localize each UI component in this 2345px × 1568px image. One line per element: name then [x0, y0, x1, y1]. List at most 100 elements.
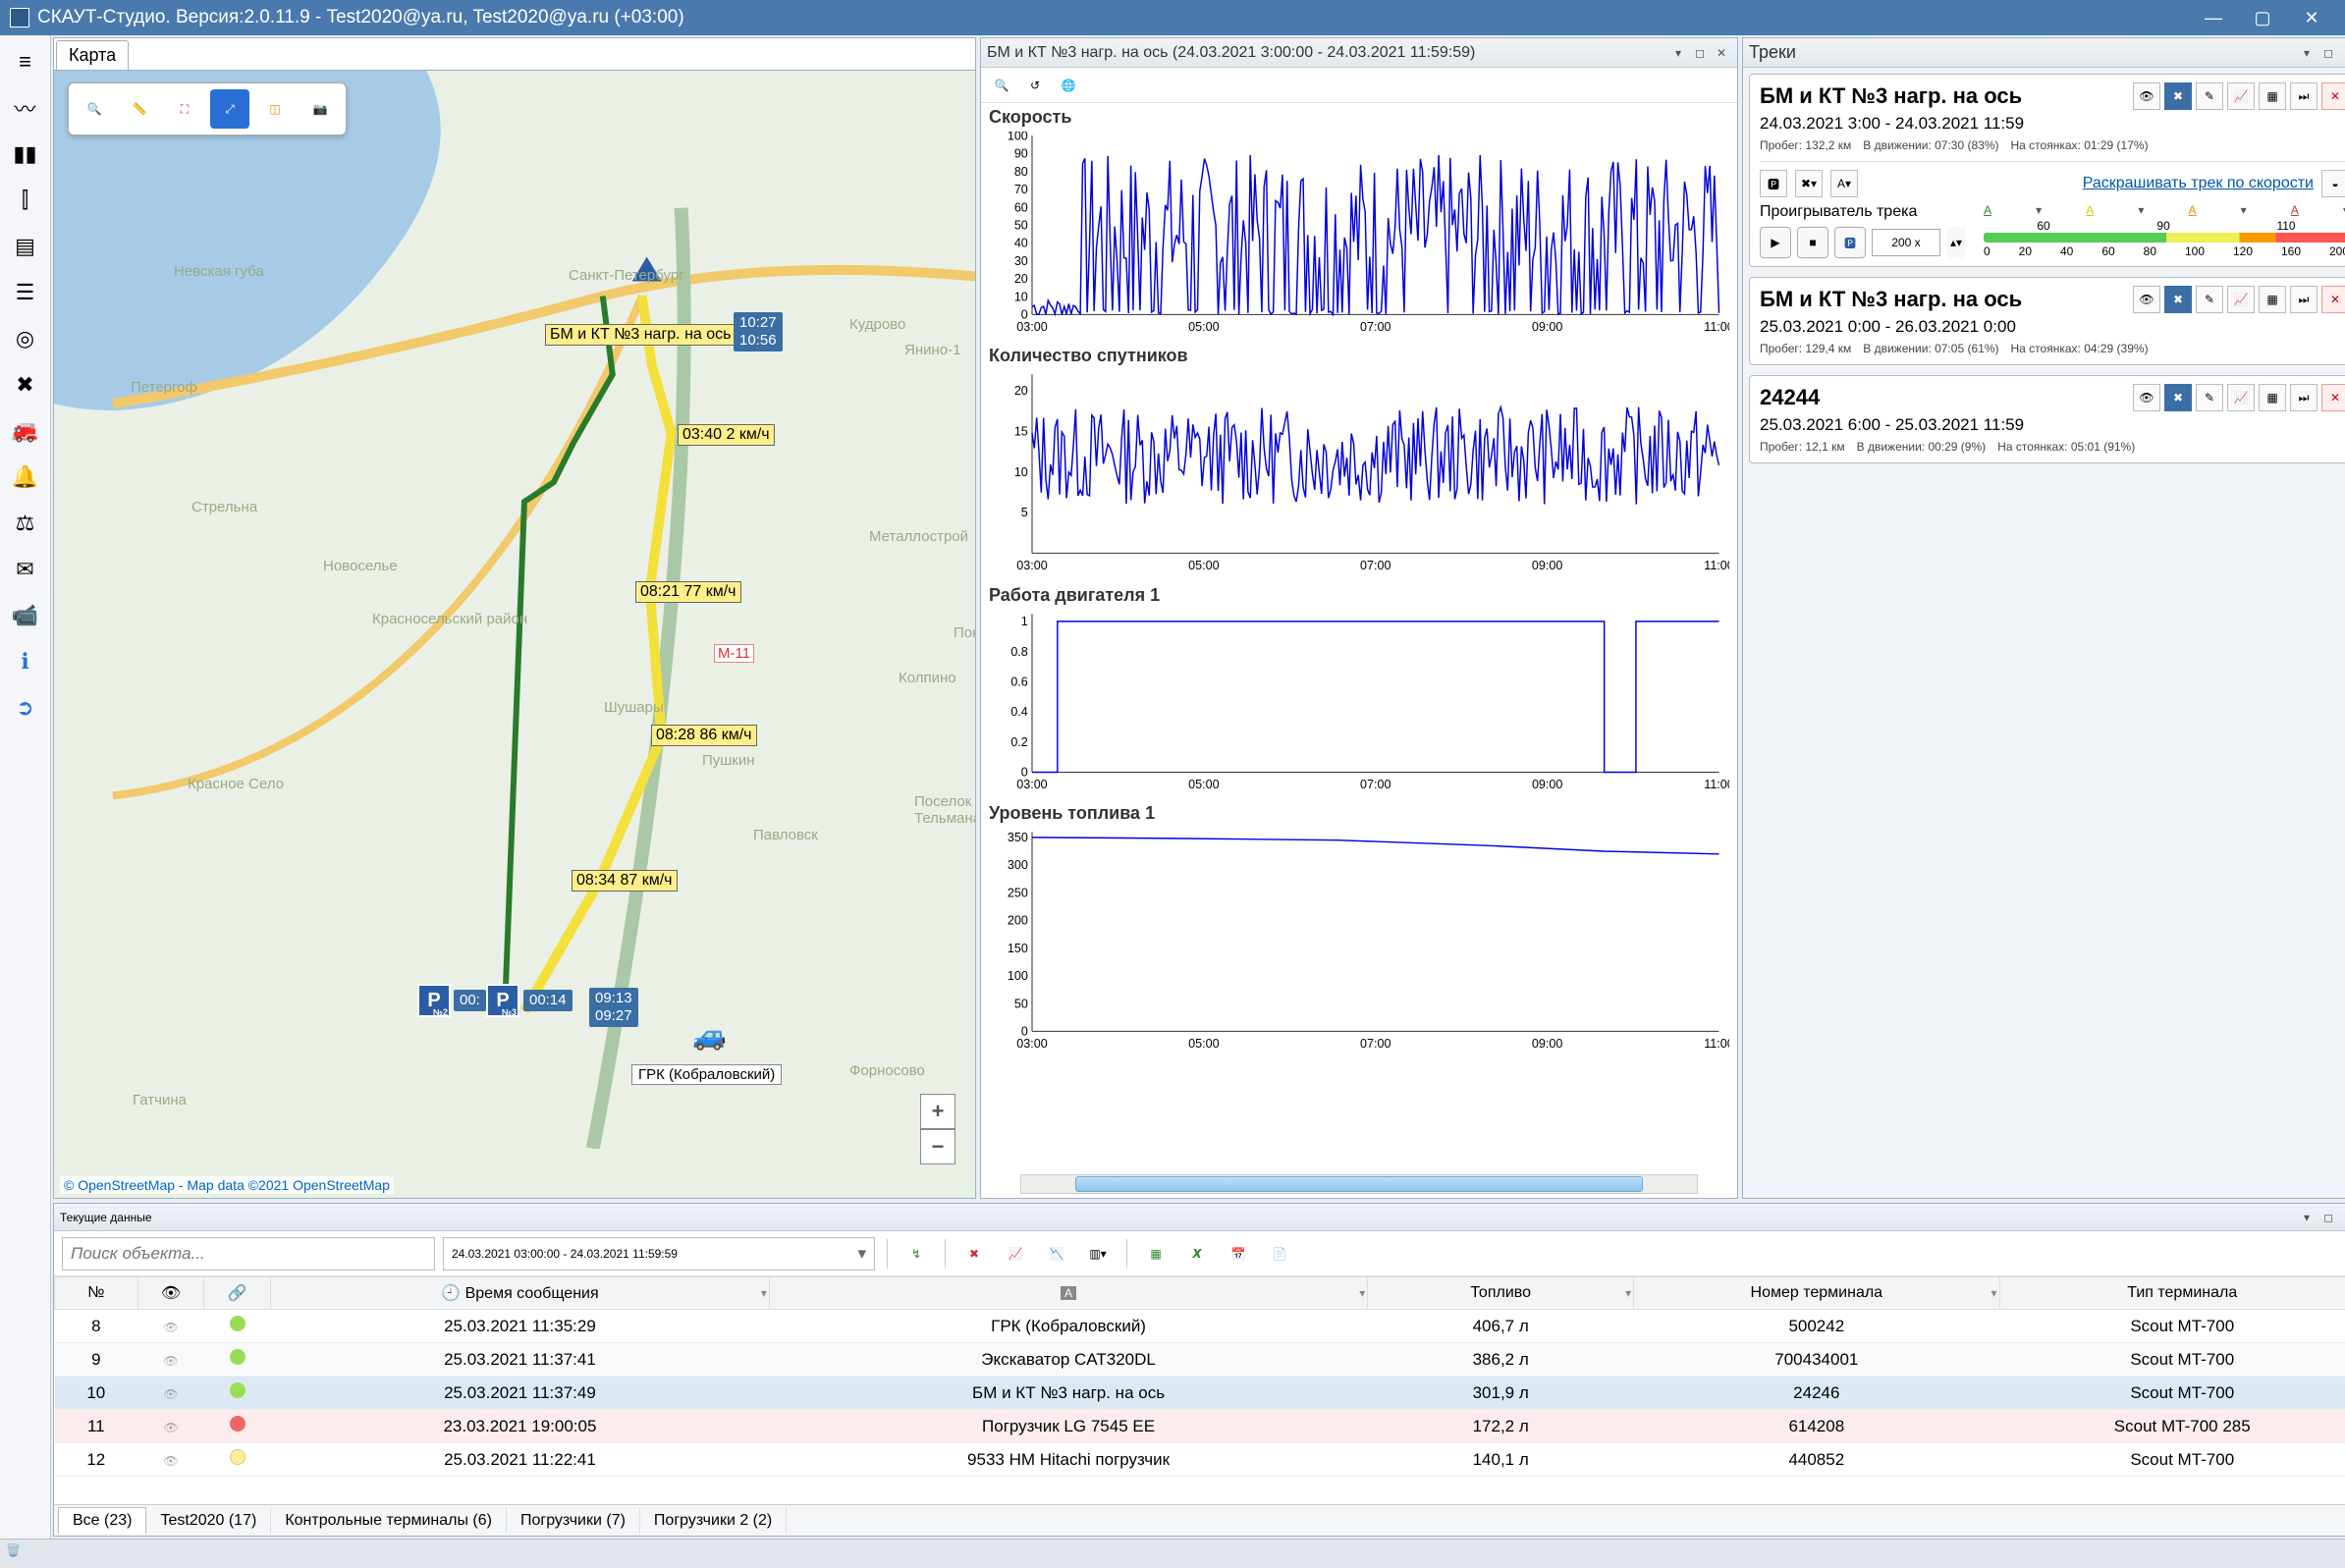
col-header[interactable]: 🔗 — [204, 1277, 271, 1310]
chart-reset-icon[interactable]: ↺ — [1020, 71, 1050, 100]
track-card-action-1[interactable]: ✖ — [2164, 286, 2192, 313]
track-card-action-6[interactable]: ✕ — [2321, 82, 2345, 110]
scale-icon[interactable]: ⚖ — [5, 503, 46, 544]
close-button[interactable]: ✕ — [2288, 0, 2335, 35]
col-header[interactable]: A▾ — [769, 1277, 1367, 1310]
status-tab[interactable]: Контрольные терминалы (6) — [271, 1508, 507, 1534]
stats-icon[interactable]: ⫿ — [5, 180, 46, 221]
tracks-pin-icon[interactable]: ▾ — [2297, 43, 2317, 63]
track-card-action-5[interactable]: ⏭ — [2290, 82, 2318, 110]
camera-icon[interactable]: 📹 — [5, 595, 46, 636]
player-park-button[interactable]: 🅿 — [1834, 227, 1866, 258]
data-chart2-icon[interactable]: 📉 — [1040, 1237, 1073, 1271]
player-stop-button[interactable]: ■ — [1797, 227, 1828, 258]
track-card-action-3[interactable]: 📈 — [2227, 286, 2255, 313]
status-tab[interactable]: Все (23) — [58, 1507, 146, 1534]
map-search-icon[interactable]: 🔍 — [75, 89, 114, 129]
col-header[interactable]: № — [55, 1277, 138, 1310]
data-note-icon[interactable]: 📄 — [1263, 1237, 1296, 1271]
vehicle-icon[interactable]: ◎ — [5, 318, 46, 359]
recycle-icon[interactable]: 🗑️ — [6, 1543, 27, 1565]
player-play-button[interactable]: ▶ — [1760, 227, 1791, 258]
table-row[interactable]: 9👁 25.03.2021 11:37:41Экскаватор CAT320D… — [55, 1343, 2345, 1377]
status-tab[interactable]: Погрузчики (7) — [507, 1508, 640, 1534]
status-tab[interactable]: Погрузчики 2 (2) — [640, 1508, 787, 1534]
track-card-action-0[interactable]: 👁 — [2133, 286, 2160, 313]
track-card-action-2[interactable]: ✎ — [2196, 384, 2223, 411]
date-range-combo[interactable]: 24.03.2021 03:00:00 - 24.03.2021 11:59:5… — [443, 1237, 875, 1271]
table-row[interactable]: 12👁 25.03.2021 11:22:419533 НМ Hitachi п… — [55, 1443, 2345, 1477]
track-card-action-3[interactable]: 📈 — [2227, 82, 2255, 110]
speed-color-link[interactable]: Раскрашивать трек по скорости — [1866, 175, 2314, 192]
map-fullscreen-icon[interactable]: ⤢ — [210, 89, 249, 129]
data-excel-icon[interactable]: 𝙓 — [1180, 1237, 1214, 1271]
alarm-icon[interactable]: 🔔 — [5, 457, 46, 498]
info-icon[interactable]: ℹ — [5, 641, 46, 682]
tools-icon[interactable]: ✖ — [5, 364, 46, 406]
tracks-close-icon[interactable]: ✕ — [2340, 43, 2345, 63]
track-card-action-2[interactable]: ✎ — [2196, 82, 2223, 110]
track-icon[interactable]: 〰 — [5, 87, 46, 129]
track-font-icon[interactable]: A▾ — [1830, 170, 1858, 197]
track-card-action-3[interactable]: 📈 — [2227, 384, 2255, 411]
track-card-action-5[interactable]: ⏭ — [2290, 286, 2318, 313]
mail-icon[interactable]: ✉ — [5, 549, 46, 590]
col-header[interactable]: Тип терминала▾ — [1999, 1277, 2345, 1310]
track-settings-icon[interactable]: ✖▾ — [1795, 170, 1823, 197]
chart-close-icon[interactable]: ✕ — [1712, 43, 1731, 63]
data-min-icon[interactable]: ◻ — [2318, 1208, 2338, 1227]
zoom-in-button[interactable]: + — [920, 1094, 955, 1129]
track-card-action-6[interactable]: ✕ — [2321, 286, 2345, 313]
track-card-action-0[interactable]: 👁 — [2133, 384, 2160, 411]
fire-truck-icon[interactable]: 🚒 — [5, 410, 46, 452]
track-card-action-2[interactable]: ✎ — [2196, 286, 2223, 313]
speed-color-scale[interactable] — [1984, 233, 2345, 243]
map-canvas[interactable]: 🔍 📏 ⛶ ⤢ ◫ 📷 — [54, 71, 975, 1198]
map-layers-icon[interactable]: ◫ — [255, 89, 295, 129]
search-input[interactable] — [62, 1237, 435, 1271]
data-pin-icon[interactable]: ▾ — [2297, 1208, 2317, 1227]
speed-color-toggle[interactable]: ◒ — [2321, 170, 2345, 197]
chart-globe-icon[interactable]: 🌐 — [1054, 71, 1083, 100]
map-ruler-icon[interactable]: 📏 — [120, 89, 159, 129]
col-header[interactable]: Топливо▾ — [1368, 1277, 1634, 1310]
bar-chart-icon[interactable]: ▮▮ — [5, 134, 46, 175]
zoom-out-button[interactable]: − — [920, 1129, 955, 1164]
chart-zoom-icon[interactable]: 🔍 — [987, 71, 1016, 100]
dispatch-icon[interactable]: ☰ — [5, 272, 46, 313]
col-header[interactable]: Номер терминала▾ — [1634, 1277, 1999, 1310]
track-card-action-1[interactable]: ✖ — [2164, 82, 2192, 110]
chart-pin-icon[interactable]: ▾ — [1668, 43, 1688, 63]
player-speed-input[interactable]: 200 x — [1872, 229, 1940, 256]
track-card-action-5[interactable]: ⏭ — [2290, 384, 2318, 411]
data-calendar-icon[interactable]: 📅 — [1222, 1237, 1255, 1271]
logout-icon[interactable]: ➲ — [5, 687, 46, 729]
track-card-action-0[interactable]: 👁 — [2133, 82, 2160, 110]
table-row[interactable]: 11👁 23.03.2021 19:00:05Погрузчик LG 7545… — [55, 1410, 2345, 1443]
col-header[interactable]: 🕘 Время сообщения▾ — [271, 1277, 770, 1310]
maximize-button[interactable]: ▢ — [2239, 0, 2286, 35]
list-icon[interactable]: ≡ — [5, 41, 46, 82]
map-snapshot-icon[interactable]: 📷 — [300, 89, 340, 129]
table-row[interactable]: 10👁 25.03.2021 11:37:49БМ и КТ №3 нагр. … — [55, 1377, 2345, 1410]
tracks-min-icon[interactable]: ◻ — [2318, 43, 2338, 63]
minimize-button[interactable]: — — [2190, 0, 2237, 35]
map-bbox-icon[interactable]: ⛶ — [165, 89, 204, 129]
data-refresh-icon[interactable]: ↯ — [900, 1237, 933, 1271]
chart-min-icon[interactable]: ◻ — [1690, 43, 1710, 63]
track-card-action-1[interactable]: ✖ — [2164, 384, 2192, 411]
chart-time-scrollbar[interactable] — [1020, 1174, 1698, 1194]
data-close-icon[interactable]: ✕ — [2340, 1208, 2345, 1227]
layers-icon[interactable]: ▤ — [5, 226, 46, 267]
player-speed-stepper[interactable]: ▴▾ — [1946, 227, 1966, 258]
status-tab[interactable]: Test2020 (17) — [146, 1508, 271, 1534]
data-clear-track-icon[interactable]: ✖ — [957, 1237, 991, 1271]
track-p-toggle[interactable]: 🅿 — [1760, 170, 1787, 197]
data-table-icon[interactable]: ▥▾ — [1081, 1237, 1115, 1271]
track-card-action-4[interactable]: ▦ — [2259, 286, 2286, 313]
map-tab[interactable]: Карта — [56, 40, 129, 70]
data-chart1-icon[interactable]: 📈 — [999, 1237, 1032, 1271]
col-header[interactable]: 👁 — [137, 1277, 204, 1310]
track-card-action-4[interactable]: ▦ — [2259, 384, 2286, 411]
track-card-action-4[interactable]: ▦ — [2259, 82, 2286, 110]
